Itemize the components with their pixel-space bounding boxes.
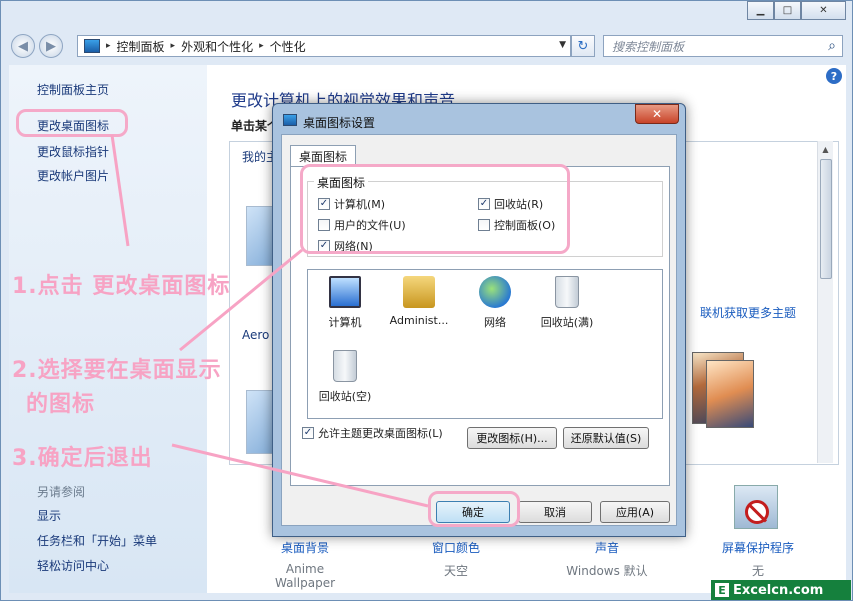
annotation-step1: 1.点击 更改桌面图标 (12, 274, 231, 299)
watermark-logo: E (715, 583, 729, 597)
annotation-step2-line2: 的图标 (26, 392, 96, 417)
annotation-step2-line1: 2.选择要在桌面显示 (12, 358, 222, 383)
watermark-text: Excelcn.com (733, 582, 824, 598)
arrow-step2 (179, 248, 303, 352)
site-watermark: E Excelcn.com (711, 580, 851, 600)
arrow-step1 (110, 134, 130, 247)
arrow-step3 (171, 443, 429, 508)
annotation-step3: 3.确定后退出 (12, 446, 153, 471)
annotation-arrows (110, 134, 429, 508)
